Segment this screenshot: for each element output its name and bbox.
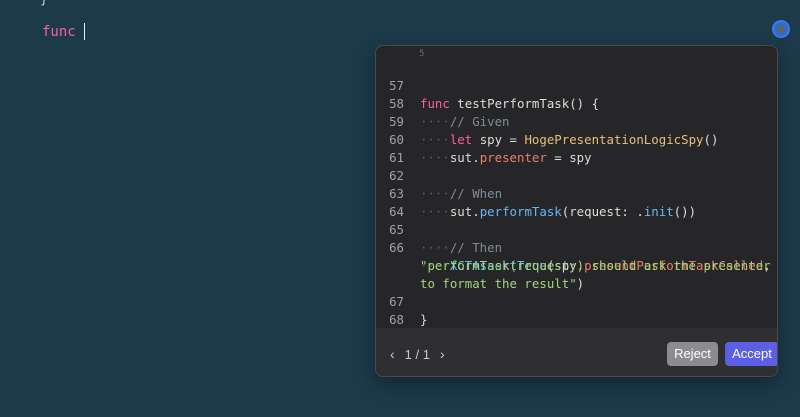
- previous-suggestion-chevron-left-icon[interactable]: ‹: [390, 346, 395, 362]
- code-row: 65 ····// Then: [376, 203, 777, 255]
- typed-keyword: func: [42, 23, 76, 40]
- suggestion-footer: ‹ 1 / 1 › Reject Accept: [376, 328, 777, 376]
- code-editor[interactable]: } func 5 57 func testPerformTask() { 58 …: [0, 0, 800, 417]
- code-row: 66 ····XCTAssertTrue(spy.presentPerformT…: [376, 221, 777, 273]
- reject-button[interactable]: Reject: [667, 342, 718, 366]
- code-row: 62 ····// When: [376, 149, 777, 201]
- current-code-line[interactable]: func: [42, 23, 85, 40]
- code-row: 67 }: [376, 275, 777, 327]
- code-row: 59 ····let spy = HogePresentationLogicSp…: [376, 95, 777, 147]
- code-row: 58 ····// Given: [376, 77, 777, 129]
- scroll-line-number: 5: [419, 49, 425, 59]
- code-row: "performTask(request:) should ask the pr…: [376, 239, 777, 273]
- code-row: to format the result"): [376, 257, 777, 291]
- code-row: 63 ····sut.performTask(request: .init()): [376, 167, 777, 219]
- text-cursor: [83, 23, 85, 40]
- code-row: 60 ····sut.presenter = spy: [376, 113, 777, 165]
- code-row: 61: [376, 131, 777, 165]
- code-row: 64: [376, 185, 777, 219]
- accept-button[interactable]: Accept: [725, 342, 777, 366]
- code-row: 68: [376, 293, 777, 327]
- code-suggestion-popup: 5 57 func testPerformTask() { 58 ····// …: [375, 45, 778, 377]
- ai-assistant-icon[interactable]: [772, 20, 790, 38]
- suggestion-code-area: 5 57 func testPerformTask() { 58 ····// …: [376, 46, 777, 328]
- suggestion-counter: 1 / 1: [404, 346, 430, 362]
- previous-code-line: }: [40, 0, 48, 7]
- line-number: 68: [389, 312, 404, 327]
- suggestion-navigator: ‹ 1 / 1 ›: [390, 346, 445, 362]
- ai-assistant-icon-dot: [777, 25, 785, 33]
- code-row: 57 func testPerformTask() {: [376, 59, 777, 111]
- next-suggestion-chevron-right-icon[interactable]: ›: [440, 346, 445, 362]
